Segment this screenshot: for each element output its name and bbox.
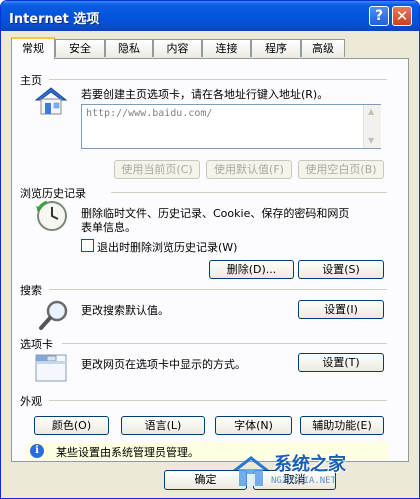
tabbed-window-icon — [35, 354, 67, 382]
magnifier-icon — [39, 300, 68, 330]
search-settings-button[interactable]: 设置(I) — [298, 300, 384, 319]
tab-advanced[interactable]: 高级 — [301, 39, 345, 57]
search-description: 更改搜索默认值。 — [81, 304, 169, 317]
managed-settings-infobar: i 某些设置由系统管理员管理。 — [26, 442, 388, 460]
ok-button[interactable]: 确定 — [164, 470, 247, 490]
close-button[interactable]: ✕ — [392, 6, 412, 26]
tabs-settings-button[interactable]: 设置(T) — [298, 353, 384, 372]
tab-programs[interactable]: 程序 — [251, 39, 301, 57]
use-default-button[interactable]: 使用默认值(F) — [206, 160, 292, 179]
window-title: Internet 选项 — [9, 12, 100, 27]
managed-settings-text: 某些设置由系统管理员管理。 — [56, 446, 199, 459]
use-blank-button[interactable]: 使用空白页(B) — [298, 160, 384, 179]
homepage-scrollbar[interactable]: ▲ ▼ — [363, 105, 381, 148]
delete-history-button[interactable]: 删除(D)... — [209, 260, 294, 279]
house-icon — [34, 87, 68, 115]
appearance-group-title: 外观 — [20, 395, 42, 408]
tab-general[interactable]: 常规 — [11, 37, 55, 59]
use-current-button[interactable]: 使用当前页(C) — [114, 160, 200, 179]
search-divider — [49, 289, 387, 290]
delete-on-exit-checkbox[interactable] — [81, 239, 94, 252]
scroll-down-icon: ▼ — [368, 136, 375, 145]
history-description-line2: 表单信息。 — [81, 221, 136, 234]
tabs-divider — [62, 343, 387, 344]
history-settings-button[interactable]: 设置(S) — [298, 260, 384, 279]
fonts-button[interactable]: 字体(N) — [215, 416, 292, 435]
languages-button[interactable]: 语言(L) — [121, 416, 205, 435]
homepage-description: 若要创建主页选项卡，请在各地址行键入地址(R)。 — [81, 88, 329, 101]
tab-privacy[interactable]: 隐私 — [105, 39, 153, 57]
appearance-divider — [49, 400, 387, 401]
tab-security[interactable]: 安全 — [55, 39, 105, 57]
help-button[interactable]: ? — [369, 6, 389, 26]
homepage-address-field[interactable]: http://www.baidu.com/ — [81, 104, 381, 149]
info-icon: i — [30, 444, 44, 458]
title-bar[interactable]: Internet 选项 ? ✕ — [1, 1, 419, 31]
cancel-button[interactable]: 取消 — [253, 470, 336, 490]
homepage-divider — [49, 79, 387, 80]
scroll-up-icon: ▲ — [368, 107, 375, 116]
tabs-group-title: 选项卡 — [20, 338, 53, 351]
search-group-title: 搜索 — [20, 284, 42, 297]
tab-connections[interactable]: 连接 — [202, 39, 251, 57]
internet-options-dialog: Internet 选项 ? ✕ 常规 安全 隐私 内容 连接 程序 高级 主页 … — [0, 0, 420, 499]
tab-content[interactable]: 内容 — [153, 39, 202, 57]
colors-button[interactable]: 颜色(O) — [34, 416, 109, 435]
history-clock-icon — [36, 200, 67, 231]
accessibility-button[interactable]: 辅助功能(E) — [300, 416, 384, 435]
history-divider — [111, 192, 387, 193]
delete-on-exit-label[interactable]: 退出时删除浏览历史记录(W) — [97, 239, 237, 255]
tabs-description: 更改网页在选项卡中显示的方式。 — [81, 358, 246, 371]
